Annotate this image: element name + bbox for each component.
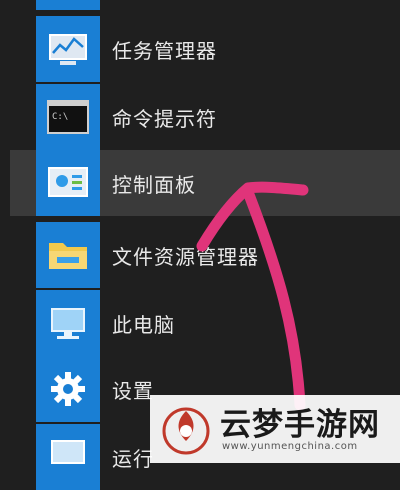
run-icon (51, 440, 85, 464)
watermark-title: 云梦手游网 (220, 407, 380, 443)
file-explorer-icon (49, 243, 87, 269)
tile-task-manager (36, 16, 100, 82)
tile-settings (36, 356, 100, 422)
menu-item-label: 任务管理器 (112, 39, 217, 63)
menu-item-label: 文件资源管理器 (112, 245, 259, 269)
task-manager-icon (49, 34, 87, 65)
menu-item-control-panel[interactable]: 控制面板 (10, 150, 400, 216)
tile-this-pc (36, 290, 100, 356)
menu-item-label: 控制面板 (112, 173, 196, 197)
menu-item-label: 设置 (112, 379, 154, 403)
svg-text:C:\: C:\ (52, 112, 68, 122)
settings-gear-icon (51, 372, 85, 406)
tile-control-panel (36, 150, 100, 216)
control-panel-icon (48, 167, 88, 197)
menu-item-label: 此电脑 (112, 313, 175, 337)
watermark-logo-icon (162, 407, 210, 455)
menu-item-label: 命令提示符 (112, 107, 217, 131)
watermark: 云梦手游网 www.yunmengchina.com (150, 395, 400, 463)
start-menu-list: 任务管理器 C:\ 命令提示符 控制面板 文件资源管理器 此电脑 设置 运行 (0, 0, 400, 490)
watermark-url: www.yunmengchina.com (222, 441, 358, 452)
menu-item-file-explorer[interactable]: 文件资源管理器 (0, 222, 400, 288)
previous-tile-fragment (36, 0, 100, 10)
tile-run (36, 424, 100, 490)
tile-file-explorer (36, 222, 100, 288)
menu-item-command-prompt[interactable]: C:\ 命令提示符 (0, 84, 400, 150)
menu-item-task-manager[interactable]: 任务管理器 (0, 16, 400, 82)
this-pc-icon (51, 308, 85, 339)
tile-command-prompt: C:\ (36, 84, 100, 150)
menu-item-this-pc[interactable]: 此电脑 (0, 290, 400, 356)
menu-item-label: 运行 (112, 447, 154, 471)
command-prompt-icon: C:\ (47, 100, 89, 134)
